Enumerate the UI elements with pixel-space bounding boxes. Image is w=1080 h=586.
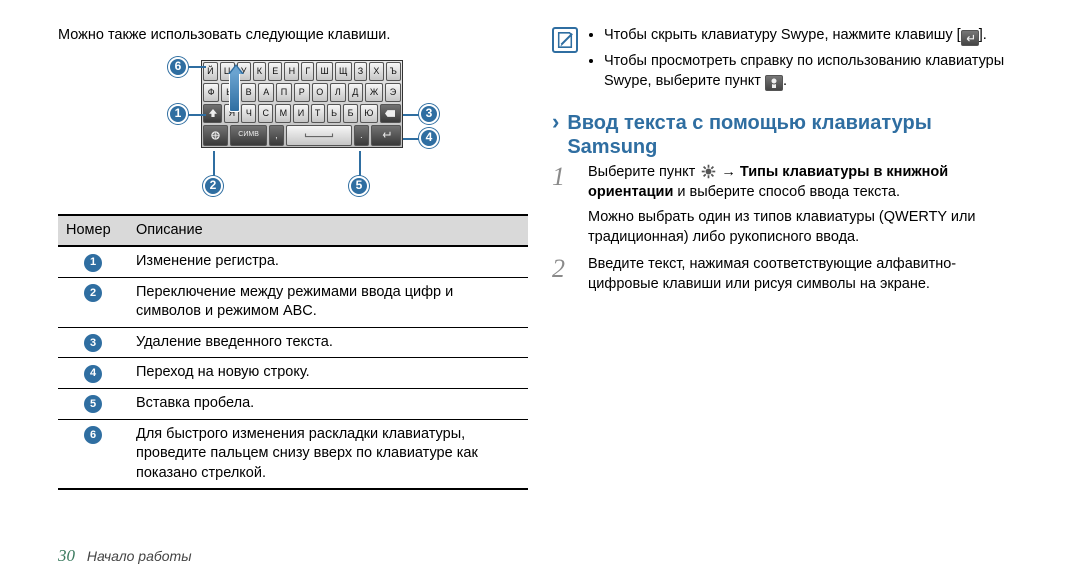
- tip-text: Чтобы просмотреть справку по использован…: [604, 53, 1004, 89]
- kb-key: К: [253, 62, 267, 81]
- legend-row-num: 5: [58, 388, 128, 419]
- note-icon: [552, 27, 578, 53]
- kb-key: Н: [284, 62, 299, 81]
- kb-key: Л: [330, 83, 345, 102]
- kb-key: Ь: [327, 104, 342, 123]
- swype-help-icon: [765, 75, 783, 91]
- legend-table: Номер Описание 1 Изменение регистра. 2 П…: [58, 214, 528, 491]
- kb-key: В: [241, 83, 257, 102]
- callout-line: [359, 151, 361, 179]
- kb-key: Т: [311, 104, 325, 123]
- page-number: 30: [58, 545, 75, 568]
- kb-key: М: [275, 104, 291, 123]
- footer-label: Начало работы: [87, 548, 192, 564]
- kb-key: Р: [294, 83, 310, 102]
- kb-key: Ф: [203, 83, 219, 102]
- legend-row-desc: Для быстрого изменения раскладки клавиат…: [128, 419, 528, 489]
- page-footer: 30 Начало работы: [58, 545, 192, 568]
- step-number: 2: [552, 251, 565, 286]
- intro-text: Можно также использовать следующие клави…: [58, 26, 528, 46]
- tip-item: Чтобы скрыть клавиатуру Swype, нажмите к…: [604, 26, 1022, 46]
- section-title: Ввод текста с помощью клавиатуры Samsung: [567, 111, 1022, 159]
- kb-key: А: [258, 83, 274, 102]
- callout-5: 5: [349, 176, 369, 196]
- num-badge-icon: 1: [84, 254, 102, 272]
- legend-row-desc: Вставка пробела.: [128, 388, 528, 419]
- step-text: и выберите способ ввода текста.: [673, 184, 900, 200]
- num-badge-icon: 2: [84, 284, 102, 302]
- legend-row-desc: Удаление введенного текста.: [128, 327, 528, 358]
- kb-key: Е: [268, 62, 282, 81]
- legend-row-num: 1: [58, 246, 128, 277]
- kb-key: Б: [343, 104, 358, 123]
- mode-key: .: [354, 125, 369, 146]
- legend-row-desc: Переключение между режимами ввода цифр и…: [128, 277, 528, 327]
- kb-key: И: [293, 104, 308, 123]
- step-text: Введите текст, нажимая соответствующие а…: [588, 256, 956, 292]
- kb-key: С: [258, 104, 273, 123]
- chevron-right-icon: ›: [552, 111, 559, 133]
- step-number: 1: [552, 159, 565, 194]
- gear-icon: [699, 164, 717, 180]
- callout-4: 4: [419, 128, 439, 148]
- tip-text: Чтобы скрыть клавиатуру Swype, нажмите к…: [604, 27, 957, 43]
- right-column: Чтобы скрыть клавиатуру Swype, нажмите к…: [552, 22, 1022, 576]
- num-badge-icon: 5: [84, 395, 102, 413]
- kb-key: Ш: [316, 62, 333, 81]
- callout-2: 2: [203, 176, 223, 196]
- num-badge-icon: 3: [84, 334, 102, 352]
- kb-key: Э: [385, 83, 401, 102]
- legend-header-desc: Описание: [128, 215, 528, 247]
- step-item: 1 Выберите пункт → Типы клавиатуры в кни…: [552, 163, 1022, 247]
- callout-3: 3: [419, 104, 439, 124]
- num-badge-icon: 4: [84, 365, 102, 383]
- tip-item: Чтобы просмотреть справку по использован…: [604, 52, 1022, 91]
- mode-key: ,: [269, 125, 284, 146]
- mode-key-sym: СИМВ: [230, 125, 267, 146]
- enter-key: [371, 125, 401, 146]
- legend-row-desc: Переход на новую строку.: [128, 358, 528, 389]
- tip-list: Чтобы скрыть клавиатуру Swype, нажмите к…: [588, 26, 1022, 97]
- step-item: 2 Введите текст, нажимая соответствующие…: [552, 255, 1022, 294]
- legend-row-num: 4: [58, 358, 128, 389]
- keyboard-figure: Й Ц У К Е Н Г Ш Щ З Х Ъ Ф: [58, 56, 528, 206]
- num-badge-icon: 6: [84, 426, 102, 444]
- spacebar-key: [286, 125, 352, 146]
- kb-key: Г: [301, 62, 314, 81]
- callout-line: [213, 151, 215, 179]
- kb-key: О: [312, 83, 329, 102]
- section-heading: › Ввод текста с помощью клавиатуры Samsu…: [552, 111, 1022, 159]
- callout-line: [188, 114, 206, 116]
- legend-row-num: 6: [58, 419, 128, 489]
- left-column: Можно также использовать следующие клави…: [58, 22, 528, 576]
- kb-key: Х: [369, 62, 383, 81]
- kb-key: Ч: [241, 104, 256, 123]
- legend-row-num: 3: [58, 327, 128, 358]
- kb-key: Ю: [360, 104, 378, 123]
- tip-text: ].: [979, 27, 987, 43]
- callout-1: 1: [168, 104, 188, 124]
- kb-key: Д: [348, 83, 364, 102]
- tip-text: .: [783, 73, 787, 89]
- kb-key: Ъ: [386, 62, 401, 81]
- legend-header-num: Номер: [58, 215, 128, 247]
- callout-6: 6: [168, 57, 188, 77]
- mode-key-icon: [203, 125, 228, 146]
- tip-block: Чтобы скрыть клавиатуру Swype, нажмите к…: [552, 26, 1022, 97]
- step-subtext: Можно выбрать один из типов клавиатуры (…: [588, 208, 1022, 247]
- backspace-key: [380, 104, 401, 123]
- back-key-icon: [961, 30, 979, 46]
- kb-key: Й: [203, 62, 218, 81]
- page: Можно также использовать следующие клави…: [0, 0, 1080, 586]
- kb-key: Щ: [335, 62, 352, 81]
- legend-row-num: 2: [58, 277, 128, 327]
- legend-row-desc: Изменение регистра.: [128, 246, 528, 277]
- step-text: Выберите пункт: [588, 164, 699, 180]
- callout-line: [188, 66, 206, 68]
- swipe-arrow-icon: [229, 72, 240, 112]
- kb-key: Ж: [365, 83, 383, 102]
- kb-key: З: [354, 62, 368, 81]
- step-list: 1 Выберите пункт → Типы клавиатуры в кни…: [552, 163, 1022, 294]
- kb-key: П: [276, 83, 292, 102]
